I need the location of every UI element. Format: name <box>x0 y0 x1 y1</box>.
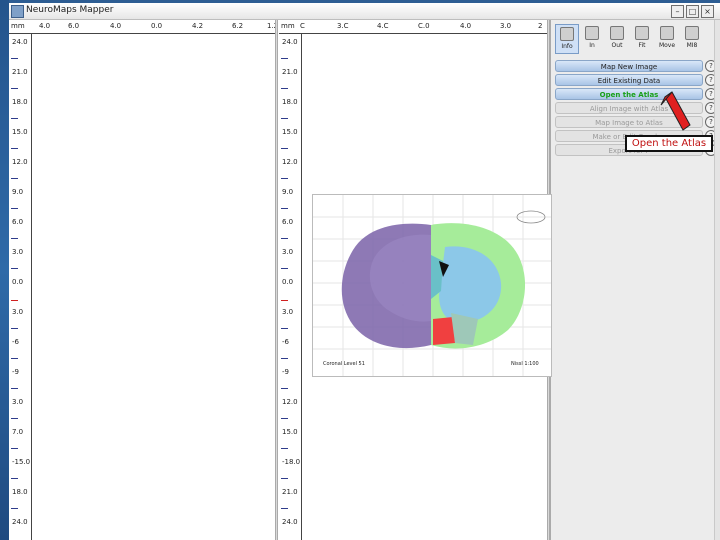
annotation-overlay <box>660 91 691 131</box>
annotation-arrow <box>664 91 691 131</box>
annotation-callout: Open the Atlas <box>625 135 713 152</box>
